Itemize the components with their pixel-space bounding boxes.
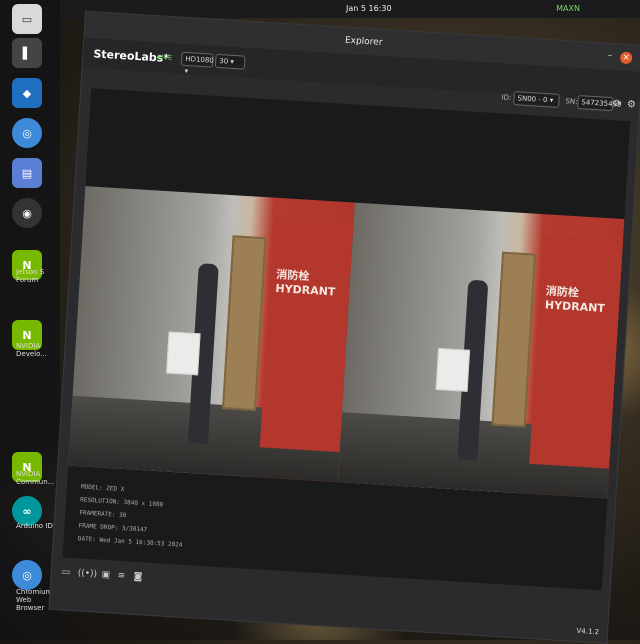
red-hydrant-wall [259,217,354,453]
camera-info-panel: MODEL: ZED X RESOLUTION: 3840 x 1080 FRA… [77,480,186,551]
explorer-window: Explorer – × StereoLabs* LIVE HD1080 ▾ 3… [48,10,640,644]
record-icon[interactable]: ▣ [101,570,110,581]
text-editor-icon[interactable]: ▤ [12,158,42,188]
hydrant-cn-left: 消防栓 [275,267,310,283]
explorer-window-wrap: Explorer – × StereoLabs* LIVE HD1080 ▾ 3… [48,10,640,644]
shopping-bag [166,331,201,376]
shopping-bag [435,347,471,392]
chromium-icon[interactable]: ◎ [12,118,42,148]
obs-icon[interactable]: ◉ [12,198,42,228]
live-indicator: LIVE [157,53,173,63]
refresh-icon[interactable]: ⟳ [611,98,624,111]
stereo-video-feed[interactable]: 消防栓 HYDRANT 消防栓 HYDRANT [68,186,625,499]
minimize-icon[interactable]: – [607,51,612,61]
version-label: V4.1.2 [576,626,600,637]
settings-gear-icon[interactable]: ⚙ [625,99,638,112]
svo-icon[interactable]: ≡ [117,571,125,581]
dock-label-developer: NVIDIA Develo... [16,342,47,358]
resolution-value: HD1080 [185,54,214,65]
camera-id-select[interactable]: SN00 - 0 ▾ [513,91,560,108]
hydrant-sign-left: 消防栓 HYDRANT [275,268,337,300]
dock-label-forum: Jetson S Forum [16,268,45,284]
dock: ▭ ▌ ◆ ◎ ▤ ◉ N Jetson S Forum N NVIDIA De… [0,0,60,640]
vscode-icon[interactable]: ◆ [12,78,42,108]
clock[interactable]: Jan 5 16:30 [346,4,392,13]
left-camera-view: 消防栓 HYDRANT [68,186,355,483]
red-hydrant-wall [529,234,624,469]
power-mode-indicator[interactable]: MAXN [556,4,580,13]
fps-select[interactable]: 30 ▾ [214,53,246,70]
resolution-select[interactable]: HD1080 ▾ [180,51,214,75]
id-label: ID: [501,93,512,102]
files-icon[interactable]: ▭ [12,4,42,34]
fps-value: 30 [219,57,229,66]
right-camera-view: 消防栓 HYDRANT [337,202,625,499]
hydrant-sign-right: 消防栓 HYDRANT [545,284,607,316]
chromium-browser-icon[interactable]: ◎ [12,560,42,590]
folder-icon[interactable]: ▭ [61,567,70,578]
terminal-icon[interactable]: ▌ [12,38,42,68]
dock-label-community: NVIDIA Commun... [16,470,55,486]
sn-label: SN: [565,97,578,106]
camera-id-value: SN00 - 0 [517,94,548,105]
serial-number-field[interactable]: S47235499 [576,95,622,112]
snapshot-camera-icon[interactable]: ◙ [133,572,142,583]
door [222,235,267,411]
hydrant-en-left: HYDRANT [275,281,336,299]
door [491,251,537,428]
broadcast-icon[interactable]: ((•)) [77,568,97,579]
video-viewport: 消防栓 HYDRANT 消防栓 HYDRANT MODEL: ZED X RESOL… [62,88,631,591]
hydrant-cn-right: 消防栓 [545,284,580,300]
hydrant-en-right: HYDRANT [544,298,606,316]
